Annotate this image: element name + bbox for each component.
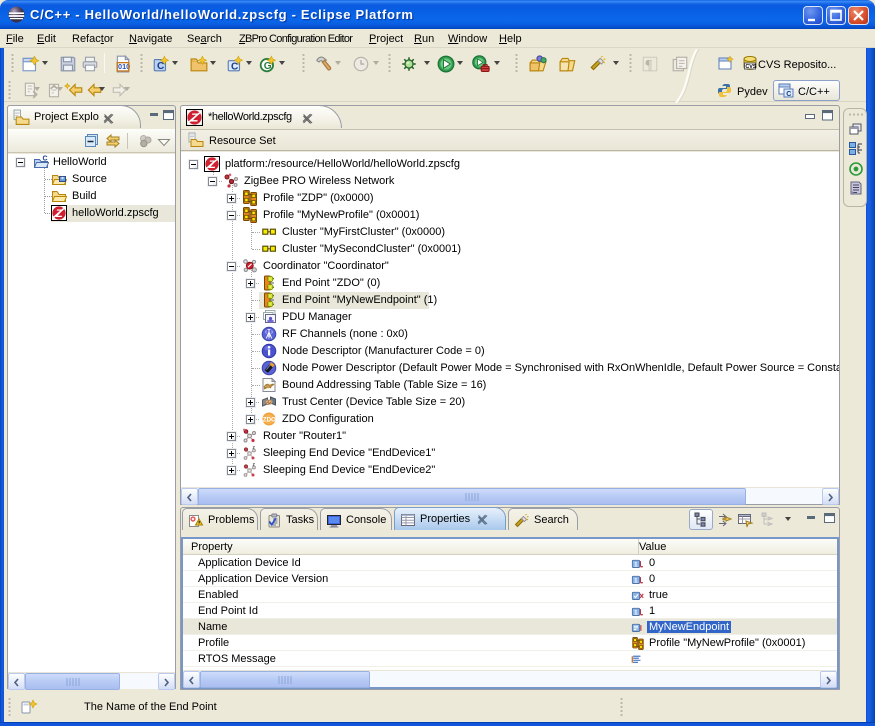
svg-text:CVS: CVS: [745, 64, 756, 70]
svg-text:C: C: [786, 91, 791, 98]
